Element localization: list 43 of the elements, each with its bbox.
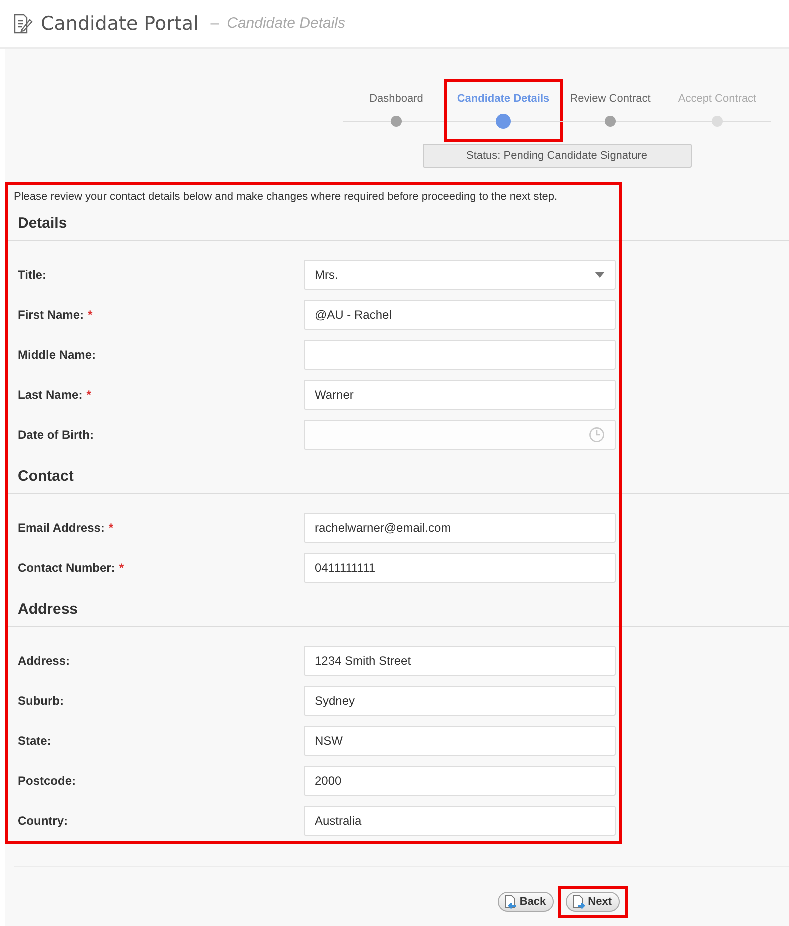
input-field[interactable] <box>304 340 616 370</box>
page-subtitle: Candidate Details <box>227 15 346 32</box>
title-separator: – <box>210 15 220 32</box>
page-title: Candidate Portal <box>41 12 199 34</box>
input-field[interactable]: NSW <box>304 726 616 756</box>
section-heading: Details <box>17 214 68 234</box>
field-label: Email Address: <box>18 521 105 535</box>
intro-text: Please review your contact details below and make changes where required before proceeding to the next step. <box>14 190 559 204</box>
field-label: Middle Name: <box>18 348 96 362</box>
input-field[interactable]: 1234 Smith Street <box>304 646 616 676</box>
section-heading: Address <box>17 600 80 620</box>
field-label: Address: <box>18 654 70 668</box>
caret-icon <box>595 272 605 278</box>
document-left-arrow-icon <box>504 894 518 910</box>
back-button[interactable]: Back <box>498 892 554 912</box>
required-mark: * <box>88 308 93 322</box>
clock-icon <box>589 427 605 443</box>
field-label: State: <box>18 734 52 748</box>
input-field[interactable]: Australia <box>304 806 616 836</box>
required-mark: * <box>108 521 114 535</box>
edit-document-icon <box>13 14 33 34</box>
section-heading: Contact <box>17 467 75 487</box>
field-label: Country: <box>18 814 68 828</box>
field-label: First Name: <box>18 308 84 322</box>
input-field[interactable]: @AU - Rachel <box>304 300 616 330</box>
document-right-arrow-icon <box>572 894 586 910</box>
field-label: Postcode: <box>18 774 76 788</box>
field-label: Suburb: <box>18 694 64 708</box>
field-label: Contact Number: <box>18 561 116 575</box>
input-field[interactable]: rachelwarner@email.com <box>304 513 616 543</box>
title-dropdown[interactable]: Mrs. <box>304 260 616 290</box>
required-mark: * <box>119 561 124 575</box>
status-label: Status: Pending Candidate Signature <box>422 144 692 168</box>
next-button[interactable]: Next <box>566 892 620 912</box>
field-label: Date of Birth: <box>18 428 94 442</box>
input-field[interactable]: Sydney <box>304 686 616 716</box>
date-field[interactable] <box>304 420 616 450</box>
input-field[interactable]: Warner <box>304 380 616 410</box>
field-label: Last Name: <box>18 388 83 402</box>
input-field[interactable]: 2000 <box>304 766 616 796</box>
required-mark: * <box>86 388 92 402</box>
input-field[interactable]: 0411111111 <box>304 553 616 583</box>
field-label: Title: <box>18 268 46 282</box>
